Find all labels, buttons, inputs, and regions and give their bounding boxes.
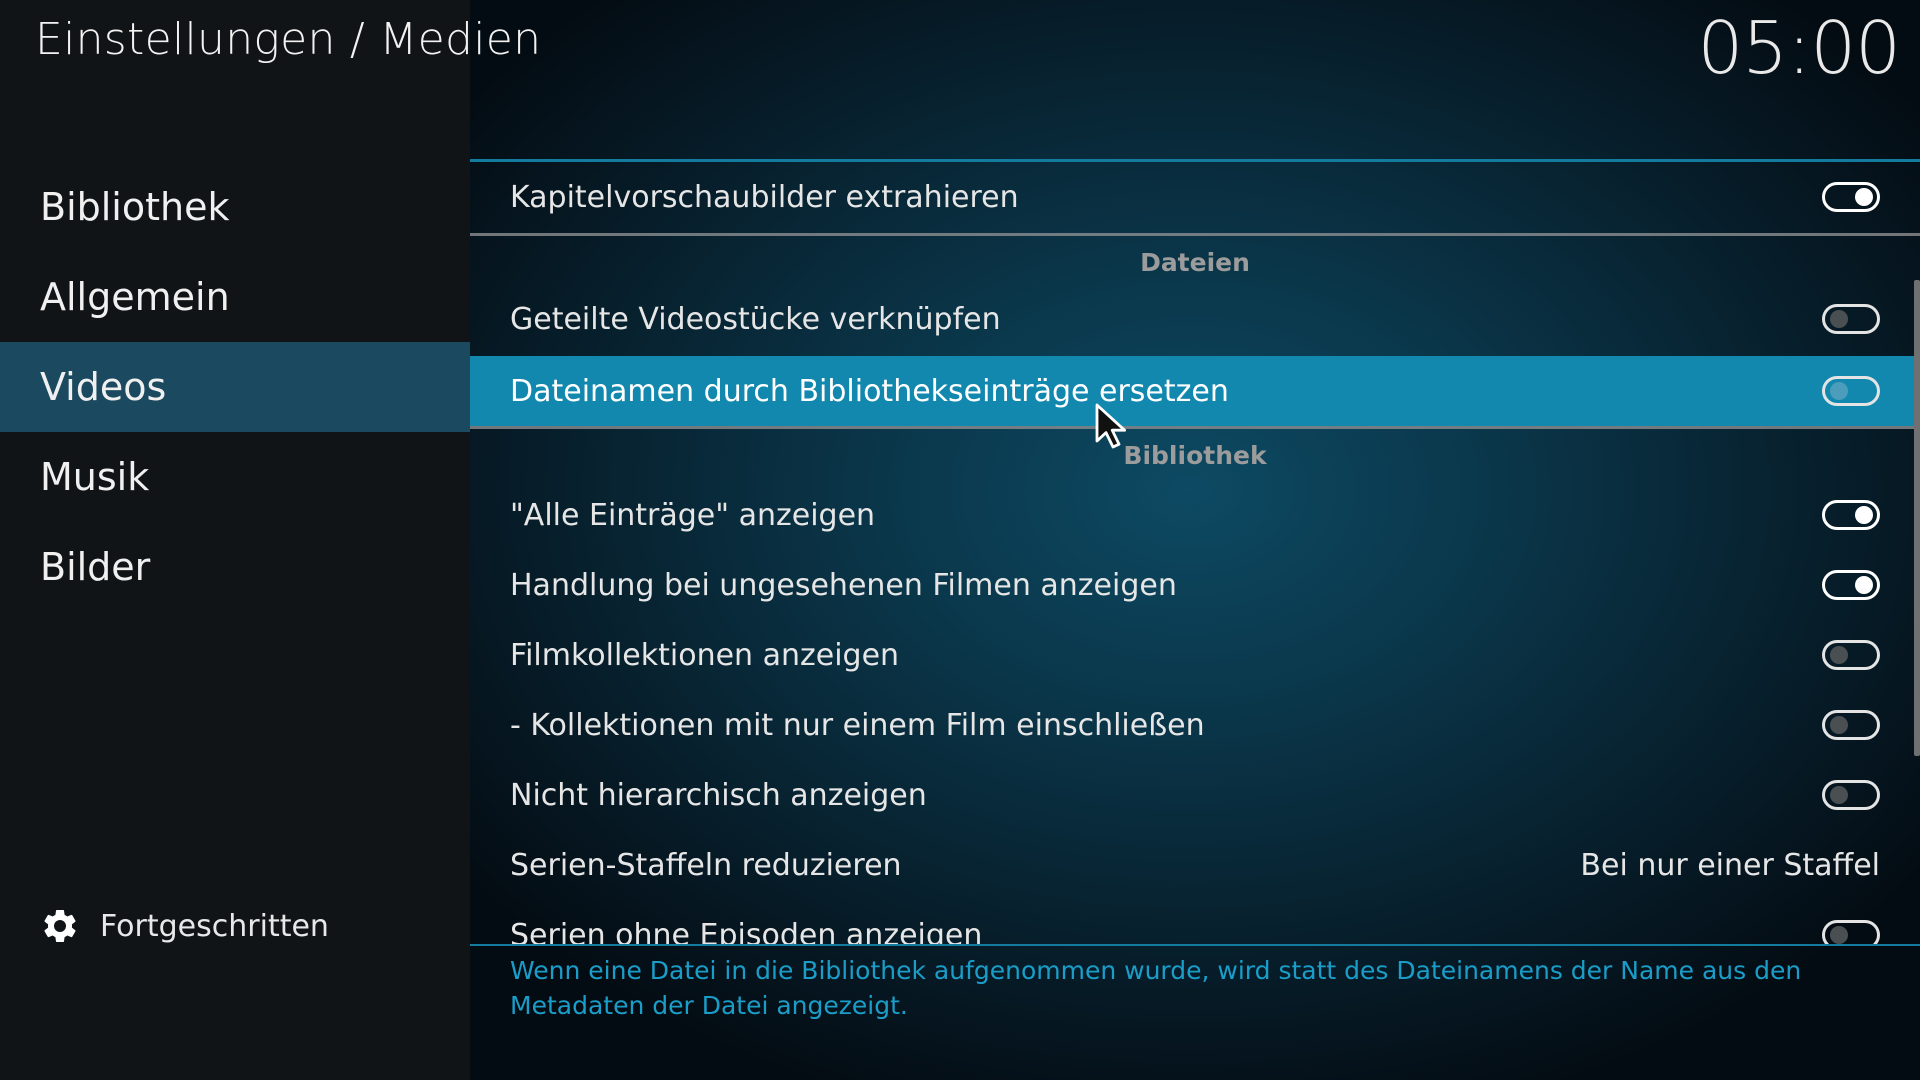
toggle-knob	[1830, 716, 1848, 734]
section-header-files: Dateien	[1140, 248, 1250, 277]
toggle-switch[interactable]	[1822, 182, 1880, 212]
section-header-library: Bibliothek	[1123, 441, 1267, 470]
toggle-switch[interactable]	[1822, 780, 1880, 810]
setting-label: Nicht hierarchisch anzeigen	[510, 777, 927, 813]
mouse-cursor-icon	[1095, 403, 1126, 449]
toggle-switch[interactable]	[1822, 710, 1880, 740]
setting-value: Bei nur einer Staffel	[1580, 847, 1880, 883]
setting-help-text: Wenn eine Datei in die Bibliothek aufgen…	[510, 956, 1802, 1020]
sidebar: Einstellungen / Medien Bibliothek Allgem…	[0, 0, 541, 1080]
scrollbar[interactable]	[1914, 280, 1920, 756]
toggle-switch[interactable]	[1822, 640, 1880, 670]
toggle-switch[interactable]	[1822, 500, 1880, 530]
toggle-knob	[1855, 188, 1873, 206]
settings-list: Kapitelvorschaubilder extrahieren Dateie…	[470, 162, 1920, 945]
setting-flatten-hierarchy[interactable]: Nicht hierarchisch anzeigen	[470, 760, 1920, 830]
toggle-knob	[1855, 506, 1873, 524]
setting-single-movie-sets[interactable]: - Kollektionen mit nur einem Film einsch…	[470, 690, 1920, 760]
setting-label: - Kollektionen mit nur einem Film einsch…	[510, 707, 1205, 743]
setting-label: Serien ohne Episoden anzeigen	[510, 917, 983, 946]
toggle-knob	[1830, 310, 1848, 328]
setting-show-all-items[interactable]: "Alle Einträge" anzeigen	[470, 480, 1920, 550]
setting-label: Geteilte Videostücke verknüpfen	[510, 301, 1001, 337]
setting-stack-video-parts[interactable]: Geteilte Videostücke verknüpfen	[470, 284, 1920, 354]
setting-flatten-tv-seasons[interactable]: Serien-Staffeln reduzieren Bei nur einer…	[470, 830, 1920, 900]
row-divider	[470, 426, 1920, 429]
sidebar-item-allgemein[interactable]: Allgemein	[0, 252, 470, 342]
toggle-knob	[1830, 786, 1848, 804]
toggle-switch[interactable]	[1822, 304, 1880, 334]
setting-show-empty-tvshows[interactable]: Serien ohne Episoden anzeigen	[470, 900, 1920, 945]
setting-show-plot-unwatched[interactable]: Handlung bei ungesehenen Filmen anzeigen	[470, 550, 1920, 620]
category-nav: Bibliothek Allgemein Videos Musik Bilder	[0, 162, 470, 612]
toggle-switch[interactable]	[1822, 920, 1880, 945]
advanced-level-button[interactable]: Fortgeschritten	[40, 900, 329, 952]
gear-icon	[44, 909, 76, 942]
toggle-switch[interactable]	[1822, 570, 1880, 600]
setting-label: "Alle Einträge" anzeigen	[510, 497, 876, 533]
toggle-knob	[1830, 646, 1848, 664]
setting-label: Handlung bei ungesehenen Filmen anzeigen	[510, 567, 1177, 603]
sidebar-item-bilder[interactable]: Bilder	[0, 522, 470, 612]
toggle-switch[interactable]	[1822, 376, 1880, 406]
setting-show-movie-sets[interactable]: Filmkollektionen anzeigen	[470, 620, 1920, 690]
sidebar-item-musik[interactable]: Musik	[0, 432, 470, 522]
settings-screen: Einstellungen / Medien Bibliothek Allgem…	[0, 0, 1920, 1080]
advanced-level-label: Fortgeschritten	[100, 908, 329, 944]
setting-label: Kapitelvorschaubilder extrahieren	[510, 179, 1019, 215]
toggle-knob	[1830, 382, 1848, 400]
toggle-knob	[1830, 926, 1848, 944]
setting-extract-chapter-thumbnails[interactable]: Kapitelvorschaubilder extrahieren	[470, 162, 1920, 232]
sidebar-item-bibliothek[interactable]: Bibliothek	[0, 162, 470, 252]
setting-label: Serien-Staffeln reduzieren	[510, 847, 902, 883]
toggle-knob	[1855, 576, 1873, 594]
setting-replace-filenames[interactable]: Dateinamen durch Bibliothekseinträge ers…	[470, 356, 1920, 426]
clock: 05:00	[1697, 6, 1901, 90]
row-divider	[470, 233, 1920, 236]
setting-label: Filmkollektionen anzeigen	[510, 637, 900, 673]
page-title: Einstellungen / Medien	[35, 14, 542, 65]
sidebar-item-videos[interactable]: Videos	[0, 342, 470, 432]
list-bottom-divider	[470, 944, 1920, 946]
